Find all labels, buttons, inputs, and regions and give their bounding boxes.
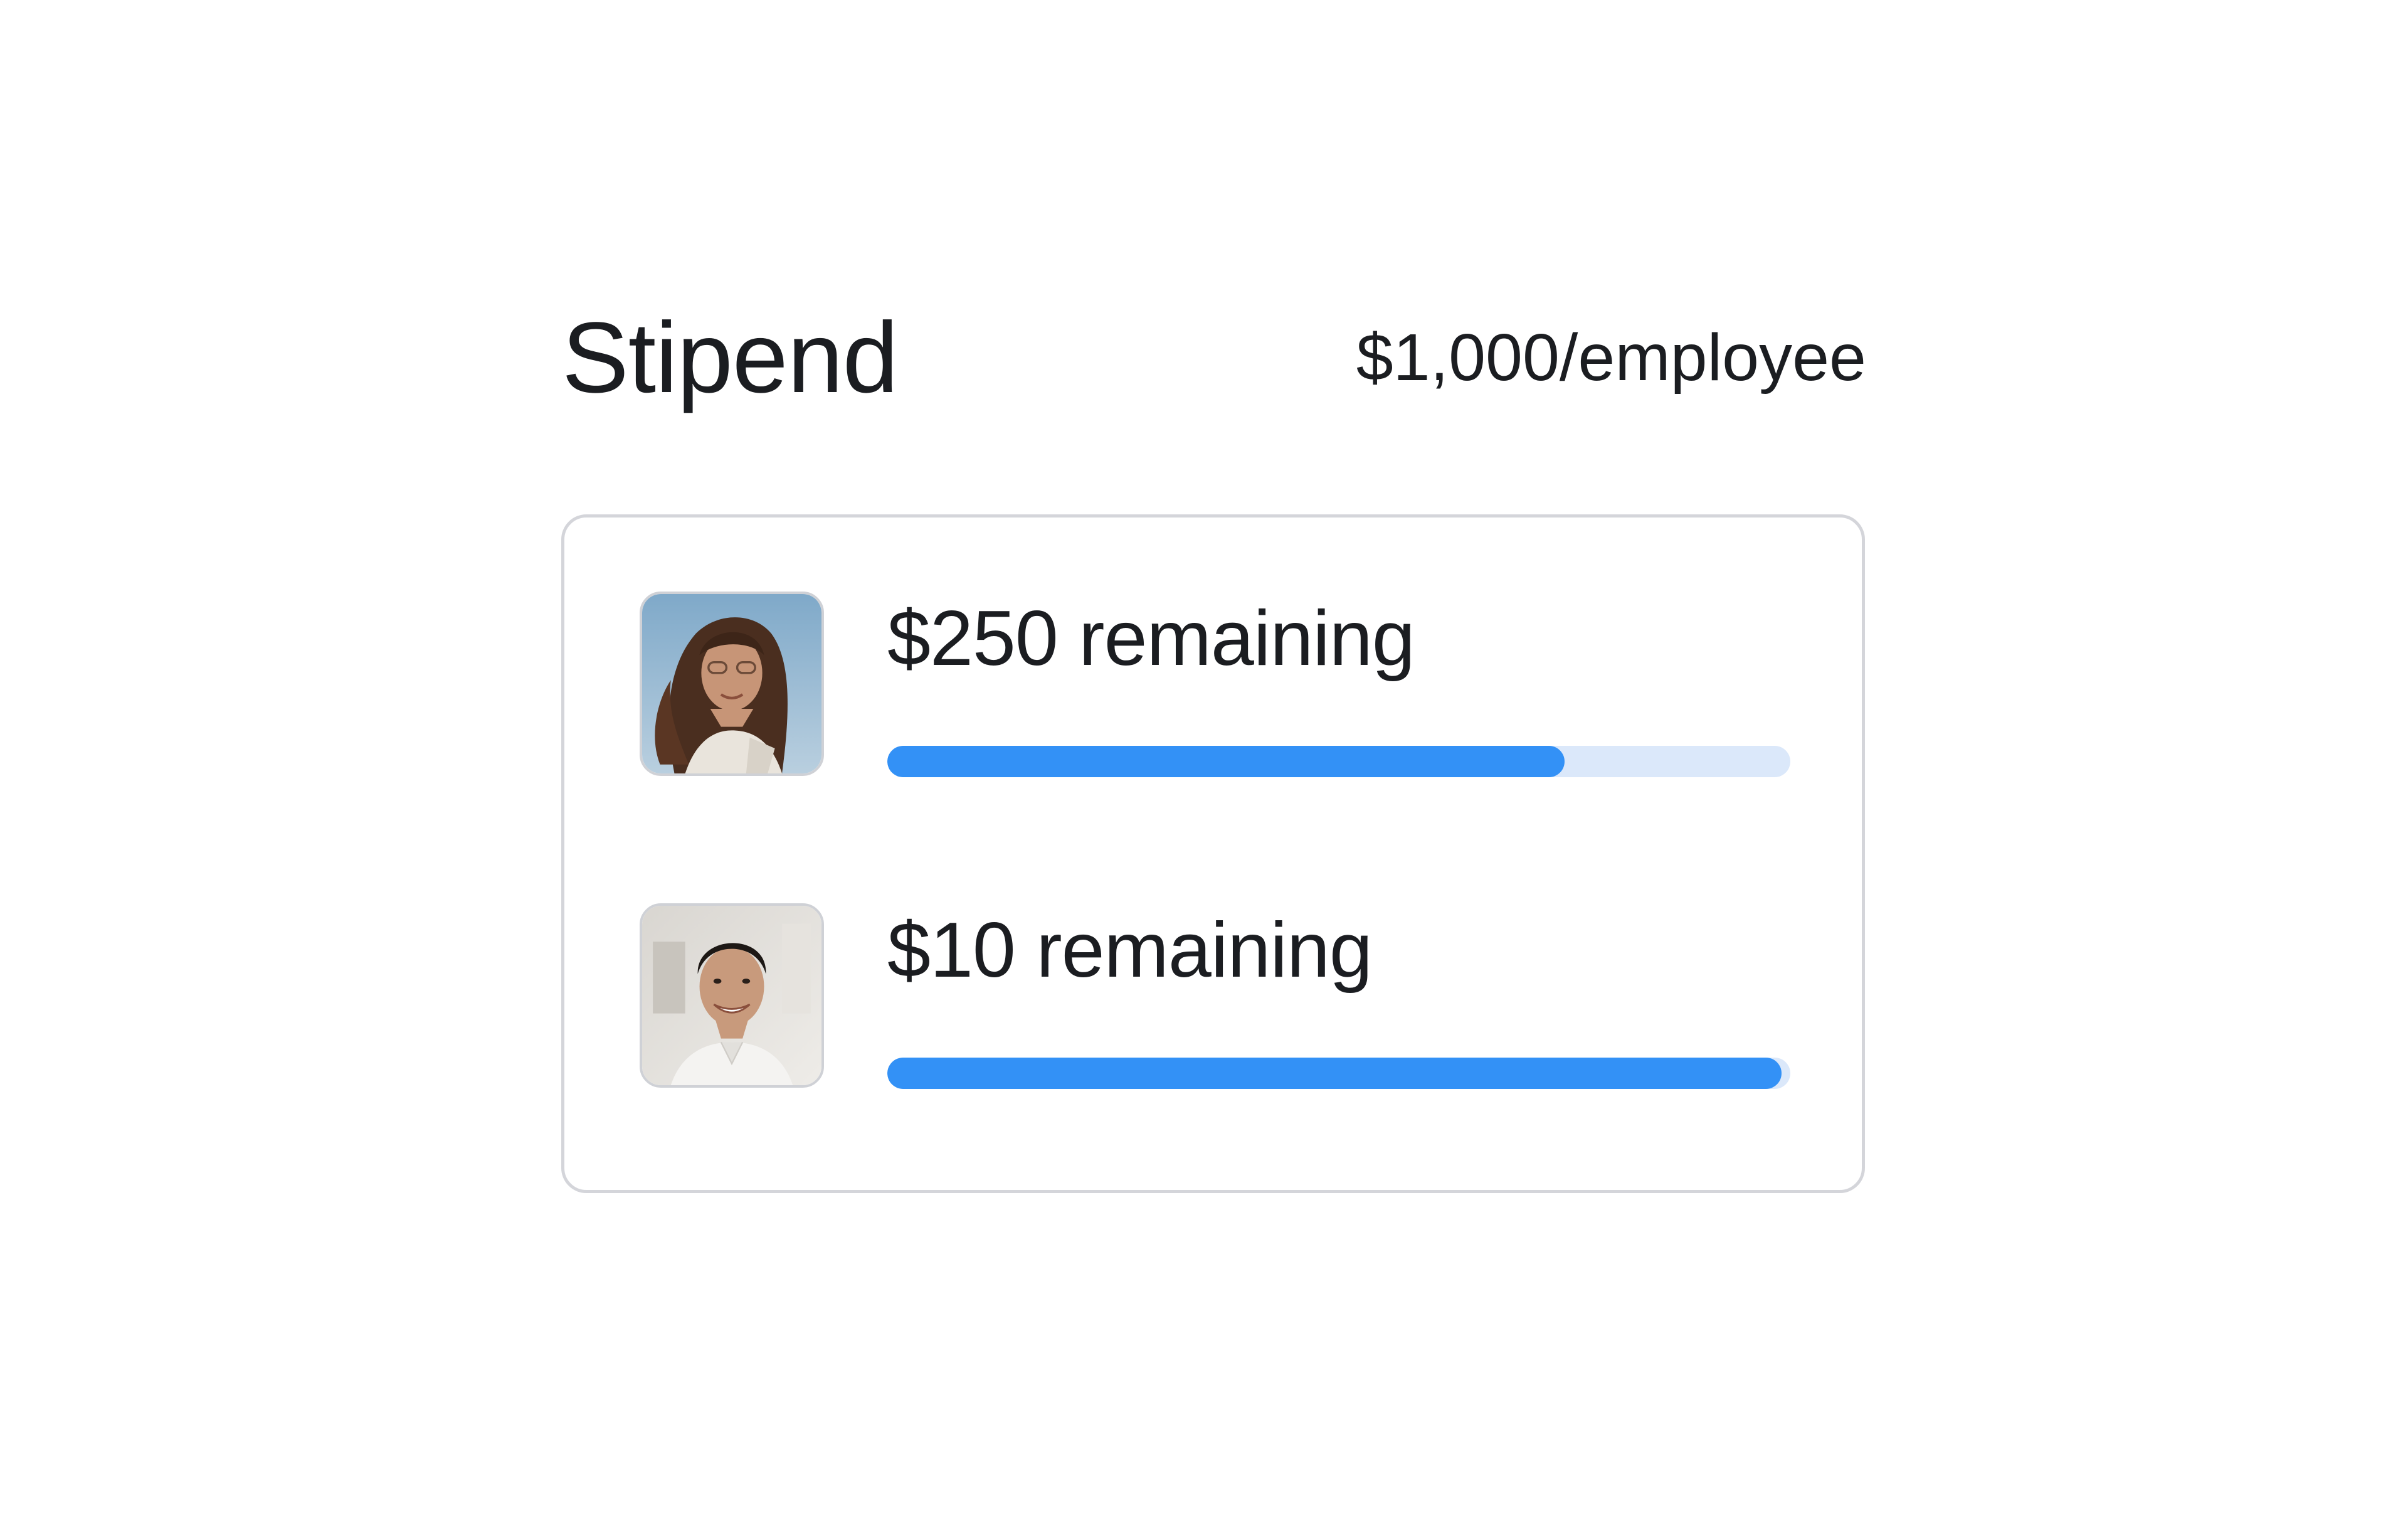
employee-row[interactable]: $10 remaining [564,903,1862,1091]
stipend-progress-bar [887,1058,1790,1089]
man-avatar-image [642,906,821,1085]
employee-row[interactable]: $250 remaining [564,592,1862,780]
stipend-rate: $1,000/employee [1356,321,1866,395]
progress-fill [887,1058,1782,1089]
woman-avatar-image [642,594,821,773]
remaining-amount: $250 remaining [887,595,1415,682]
stipend-progress-bar [887,746,1790,777]
stipend-card: $250 remaining $10 remaining [561,514,1865,1193]
avatar [640,592,824,776]
page-title: Stipend [562,301,899,413]
avatar [640,903,824,1088]
progress-fill [887,746,1565,777]
remaining-amount: $10 remaining [887,907,1373,994]
stipend-header: Stipend $1,000/employee [562,295,1866,420]
